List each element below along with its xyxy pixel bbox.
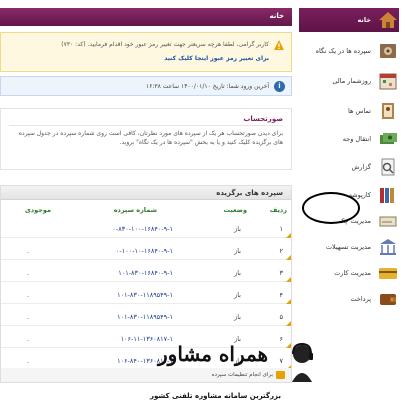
page-header: خانه xyxy=(0,8,292,26)
col-number: شماره سپرده xyxy=(113,206,157,214)
sidebar-item-contacts[interactable]: تماس ها xyxy=(299,96,399,126)
sidebar-item-label: خانه xyxy=(357,16,371,24)
row-balance: . xyxy=(26,357,29,365)
row-index: ۵ xyxy=(279,313,284,321)
table-row: ۲ باز ۰-۱۰۰-۱۰-۱۶۸۴۰-۹-۱. xyxy=(1,240,291,260)
divider xyxy=(1,259,291,260)
password-alert: کاربر گرامی، لطفا هرچه سریعتر جهت تغییر … xyxy=(0,32,292,72)
row-index: ۴ xyxy=(279,291,284,299)
table-row: ۵ باز ۱۰۱-۸۳۰-۱۱۸۹۵۴۹-۱. xyxy=(1,306,291,326)
row-status: باز xyxy=(234,291,241,299)
page-title: خانه xyxy=(269,12,284,20)
contacts-icon xyxy=(377,100,399,122)
sidebar-item-home[interactable]: خانه xyxy=(299,8,399,32)
sidebar-item-label: سپرده ها در یک نگاه xyxy=(315,47,371,55)
corner-marker xyxy=(286,233,291,238)
headset-logo-icon xyxy=(292,342,313,382)
sidebar: خانه سپرده ها در یک نگاه روزشمار مالی تماس … xyxy=(299,8,399,310)
deposit-number-link[interactable]: ۰-۸۳۰-۱۰۰-۱۶۸۴۰-۹-۱ xyxy=(112,225,173,233)
sidebar-item-label: مدیریت کارت xyxy=(334,269,371,277)
cheque-icon xyxy=(377,210,399,232)
info-icon: i xyxy=(274,81,285,92)
safe-icon xyxy=(377,40,399,62)
row-status: باز xyxy=(234,225,241,233)
change-password-link[interactable]: برای تغییر رمز عبور اینجا کلیک کنید xyxy=(164,55,269,62)
row-balance: . xyxy=(26,247,29,255)
deposit-number-link[interactable]: ۱۰۱-۸۳۰-۱۶۸۴۰-۹-۱ xyxy=(118,269,173,277)
last-login-text: آخرین ورود شما: تاریخ ۱۴۰۰/۰۱/۱۰ ساعت ۱۶… xyxy=(145,83,269,90)
calendar-icon xyxy=(377,70,399,92)
row-status: باز xyxy=(234,269,241,277)
warning-icon xyxy=(274,40,284,50)
statement-title: صورتحساب xyxy=(243,115,283,123)
corner-marker xyxy=(286,299,291,304)
sidebar-item-wallet[interactable]: پرداخت xyxy=(299,284,399,314)
deposits-header: سپرده های برگزیده xyxy=(1,186,291,200)
sidebar-item-label: مدیریت تسهیلات xyxy=(325,243,371,251)
sidebar-item-label: روزشمار مالی xyxy=(332,77,371,85)
divider xyxy=(1,237,291,238)
sidebar-item-transfer[interactable]: انتقال وجه xyxy=(299,124,399,154)
deposit-number-link[interactable]: ۰-۱۰۰-۱۰-۱۶۸۴۰-۹-۱ xyxy=(116,247,173,255)
wallet-icon xyxy=(377,288,399,310)
brand-watermark: همراه مشاور بزرگترین سامانه مشاوره تلفنی… xyxy=(150,342,400,404)
building-icon xyxy=(377,236,399,258)
row-index: ۲ xyxy=(279,247,284,255)
brand-name: همراه مشاور xyxy=(158,342,269,366)
sidebar-item-label: پرداخت xyxy=(350,295,372,303)
row-balance: . xyxy=(26,313,29,321)
row-status: باز xyxy=(234,247,241,255)
row-balance: . xyxy=(26,335,29,343)
highlight-circle xyxy=(302,192,360,224)
statement-description: برای دیدن صورتحساب هر یک از سپرده های مو… xyxy=(18,130,283,146)
corner-marker xyxy=(286,255,291,260)
deposits-title: سپرده های برگزیده xyxy=(216,189,283,197)
sidebar-item-label: انتقال وجه xyxy=(342,135,371,143)
col-balance: موجودی xyxy=(24,206,51,214)
col-index: ردیف xyxy=(269,206,287,214)
divider xyxy=(1,325,291,326)
row-index: ۳ xyxy=(279,269,284,277)
deposit-number-link[interactable]: ۱۰۱-۸۳۰-۱۱۸۹۵۴۹-۱ xyxy=(117,291,173,299)
sidebar-item-safe[interactable]: سپرده ها در یک نگاه xyxy=(299,36,399,66)
card-icon xyxy=(377,262,399,284)
sidebar-item-label: تماس ها xyxy=(348,107,371,115)
alert-message: کاربر گرامی، لطفا هرچه سریعتر جهت تغییر … xyxy=(61,41,269,48)
row-balance: . xyxy=(26,269,29,277)
table-row: ۱ باز ۰-۸۳۰-۱۰۰-۱۶۸۴۰-۹-۱ xyxy=(1,218,291,238)
sidebar-item-report[interactable]: گزارش xyxy=(299,152,399,182)
corner-marker xyxy=(286,277,291,282)
divider xyxy=(1,281,291,282)
last-login-info: i آخرین ورود شما: تاریخ ۱۴۰۰/۰۱/۱۰ ساعت … xyxy=(0,76,292,96)
sidebar-item-label: گزارش xyxy=(351,163,371,171)
divider xyxy=(9,125,283,126)
report-icon xyxy=(377,156,399,178)
statement-panel: صورتحساب برای دیدن صورتحساب هر یک از سپر… xyxy=(0,108,292,170)
row-status: باز xyxy=(234,313,241,321)
home-icon xyxy=(377,9,399,31)
transfer-icon xyxy=(377,128,399,150)
deposit-number-link[interactable]: ۱۰۱-۸۳۰-۱۱۸۹۵۴۹-۱ xyxy=(117,313,173,321)
table-row: ۴ باز ۱۰۱-۸۳۰-۱۱۸۹۵۴۹-۱. xyxy=(1,284,291,304)
folders-icon xyxy=(377,184,399,206)
col-status: وضعیت xyxy=(223,206,247,214)
corner-marker xyxy=(286,321,291,326)
table-row: ۳ باز ۱۰۱-۸۳۰-۱۶۸۴۰-۹-۱. xyxy=(1,262,291,282)
row-index: ۱ xyxy=(279,225,284,233)
row-balance: . xyxy=(26,291,29,299)
sidebar-item-calendar[interactable]: روزشمار مالی xyxy=(299,66,399,96)
brand-tagline: بزرگترین سامانه مشاوره تلفنی کشور xyxy=(150,392,281,400)
divider xyxy=(1,303,291,304)
